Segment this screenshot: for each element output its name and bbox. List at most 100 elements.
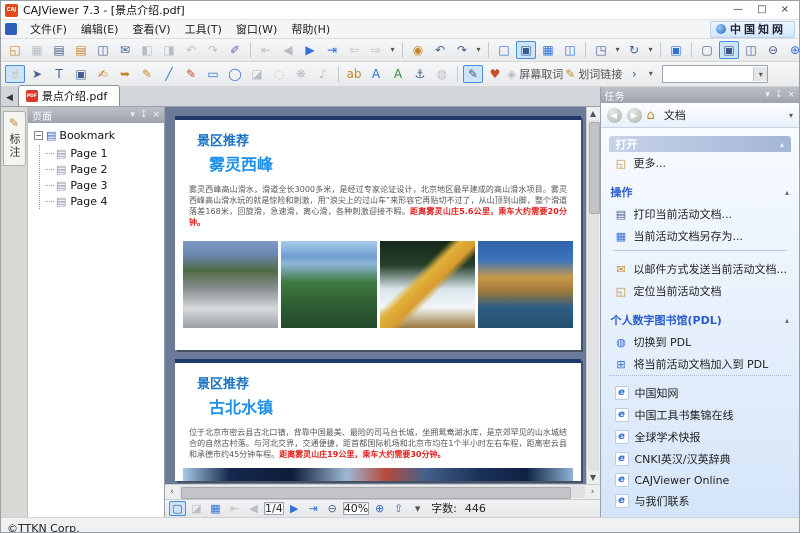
vertical-scrollbar[interactable]: ▲ ▼: [586, 107, 600, 484]
anchor-icon[interactable]: ⚓: [410, 65, 430, 83]
bookmark-page-item[interactable]: ▤ Page 3: [40, 177, 162, 193]
tab-scroll-left-icon[interactable]: ◀: [3, 93, 18, 106]
prev-page-icon[interactable]: ◀: [245, 501, 262, 516]
web-tool-icon[interactable]: ◍: [432, 65, 452, 83]
bookmark-page-item[interactable]: ▤ Page 2: [40, 161, 162, 177]
shape-tool-icon[interactable]: ◌: [269, 65, 289, 83]
document-viewport[interactable]: 景区推荐 雾灵西峰 雾灵西峰高山滑水，滑道全长3000多米，是经过专家论证设计，…: [165, 107, 600, 484]
rotate-right-icon[interactable]: ↷: [452, 41, 472, 59]
rotate-page-icon[interactable]: ↻: [624, 41, 644, 59]
more-chevron-icon[interactable]: ›: [624, 65, 644, 83]
hand-tool-icon[interactable]: ☝: [5, 65, 25, 83]
collapse-icon[interactable]: −: [34, 131, 43, 140]
open-more-item[interactable]: ◱ 更多...: [609, 152, 792, 174]
home-icon[interactable]: ⌂: [647, 108, 655, 123]
word-link-button[interactable]: ✎划词链接: [565, 65, 622, 83]
page-number-field[interactable]: 1/4: [264, 502, 284, 515]
nav-dropdown-icon[interactable]: ▾: [388, 41, 397, 59]
section-open-header[interactable]: 打开 ▴: [609, 136, 792, 152]
annotation-side-tab[interactable]: ✎ 标注: [3, 111, 26, 166]
panel-dropdown-icon[interactable]: ▾: [130, 110, 135, 120]
minimize-button[interactable]: —: [733, 5, 743, 15]
scroll-right-icon[interactable]: ›: [586, 487, 600, 497]
scroll-left-icon[interactable]: ‹: [165, 487, 179, 497]
last-page-icon[interactable]: ⇥: [322, 41, 342, 59]
zoom-out-icon[interactable]: ⊖: [763, 41, 783, 59]
facing-view-icon[interactable]: ◫: [560, 41, 580, 59]
forward-icon[interactable]: ⇨: [366, 41, 386, 59]
menu-edit[interactable]: 编辑(E): [74, 20, 126, 38]
menu-view[interactable]: 查看(V): [125, 20, 177, 38]
print-doc-item[interactable]: ▤ 打印当前活动文档...: [609, 203, 792, 225]
redo-icon[interactable]: ↷: [203, 41, 223, 59]
mail-doc-item[interactable]: ✉ 以邮件方式发送当前活动文档...: [609, 258, 792, 280]
next-page-icon[interactable]: ▶: [300, 41, 320, 59]
undo-icon[interactable]: ↶: [181, 41, 201, 59]
prev-page-icon[interactable]: ◀: [278, 41, 298, 59]
web-link-item[interactable]: e 与我们联系: [609, 490, 792, 512]
annotation-icon[interactable]: ✍: [93, 65, 113, 83]
magnifier-icon[interactable]: ◉: [408, 41, 428, 59]
rotate-page-dropdown-icon[interactable]: ▾: [646, 41, 655, 59]
zoom-out-icon[interactable]: ⊖: [324, 501, 341, 516]
view-continuous-icon[interactable]: ◪: [188, 501, 205, 516]
mail-icon[interactable]: ✉: [115, 41, 135, 59]
next-page-icon[interactable]: ▶: [286, 501, 303, 516]
pencil-tool-icon[interactable]: ✎: [181, 65, 201, 83]
copy-icon[interactable]: ◧: [137, 41, 157, 59]
paste-icon[interactable]: ◨: [159, 41, 179, 59]
fit-page-icon[interactable]: ▣: [719, 41, 739, 59]
section-pdl-header[interactable]: 个人数字图书馆(PDL) ▴: [609, 312, 792, 328]
web-link-item[interactable]: e 中国工具书集锦在线: [609, 404, 792, 426]
toolbar-options-icon[interactable]: ▾: [646, 65, 655, 83]
panel-pin-icon[interactable]: ↧: [140, 110, 148, 120]
task-nav-dropdown-icon[interactable]: ▾: [789, 111, 793, 120]
switch-pdl-item[interactable]: ◍ 切换到 PDL: [609, 331, 792, 353]
single-page-view-icon[interactable]: □: [494, 41, 514, 59]
rotate-left-icon[interactable]: ↶: [430, 41, 450, 59]
fit-dropdown-icon[interactable]: ▾: [409, 501, 426, 516]
text-select-icon[interactable]: T: [49, 65, 69, 83]
tile-view-icon[interactable]: ▦: [538, 41, 558, 59]
web-link-item[interactable]: e CAJViewer Online: [609, 470, 792, 490]
text-blue-icon[interactable]: A: [366, 65, 386, 83]
image-select-icon[interactable]: ▣: [71, 65, 91, 83]
web-link-item[interactable]: e CNKI英汉/汉英辞典: [609, 448, 792, 470]
highlighter-icon[interactable]: ab: [344, 65, 364, 83]
view-single-icon[interactable]: ▢: [169, 501, 186, 516]
close-button[interactable]: ×: [781, 5, 789, 15]
text-green-icon[interactable]: A: [388, 65, 408, 83]
screen-capture-button[interactable]: ◈屏幕取词: [507, 65, 563, 83]
fullscreen-icon[interactable]: ▣: [666, 41, 686, 59]
task-back-icon[interactable]: ◀: [607, 108, 622, 123]
menu-tools[interactable]: 工具(T): [178, 20, 229, 38]
web-link-item[interactable]: e 全球学术快报: [609, 426, 792, 448]
menu-file[interactable]: 文件(F): [23, 20, 74, 38]
cnki-brand-badge[interactable]: 中国知网: [710, 21, 795, 38]
v-scroll-thumb[interactable]: [589, 122, 600, 214]
settings-tool-icon[interactable]: ❋: [291, 65, 311, 83]
collapse-section-icon[interactable]: ▴: [785, 316, 789, 325]
draw-note-icon[interactable]: ✎: [137, 65, 157, 83]
add-to-pdl-item[interactable]: ⊞ 将当前活动文档加入到 PDL: [609, 353, 792, 375]
web-link-item[interactable]: e 中国知网: [609, 382, 792, 404]
h-scroll-thumb[interactable]: [181, 487, 571, 499]
combo-dropdown-icon[interactable]: ▾: [753, 67, 767, 81]
jump-icon[interactable]: ➥: [115, 65, 135, 83]
pdf-page-1[interactable]: 景区推荐 雾灵西峰 雾灵西峰高山滑水，滑道全长3000多米，是经过专家论证设计，…: [175, 116, 581, 350]
save-as-item[interactable]: ▦ 当前活动文档另存为...: [609, 225, 792, 247]
zoom-in-icon[interactable]: ⊕: [785, 41, 799, 59]
line-tool-icon[interactable]: ╱: [159, 65, 179, 83]
knowledge-node-icon[interactable]: ♥: [485, 65, 505, 83]
fit-width-view-icon[interactable]: ▣: [516, 41, 536, 59]
panel-close-icon[interactable]: ×: [787, 90, 795, 100]
save-icon[interactable]: ▦: [27, 41, 47, 59]
panel-close-icon[interactable]: ×: [152, 110, 160, 120]
bookmark-page-item[interactable]: ▤ Page 4: [40, 193, 162, 209]
print-preview-icon[interactable]: ◫: [93, 41, 113, 59]
collapse-section-icon[interactable]: ▴: [785, 188, 789, 197]
view-facing-icon[interactable]: ▦: [207, 501, 224, 516]
first-page-icon[interactable]: ⇤: [256, 41, 276, 59]
last-page-icon[interactable]: ⇥: [305, 501, 322, 516]
fit-mode-icon[interactable]: ⇧: [390, 501, 407, 516]
